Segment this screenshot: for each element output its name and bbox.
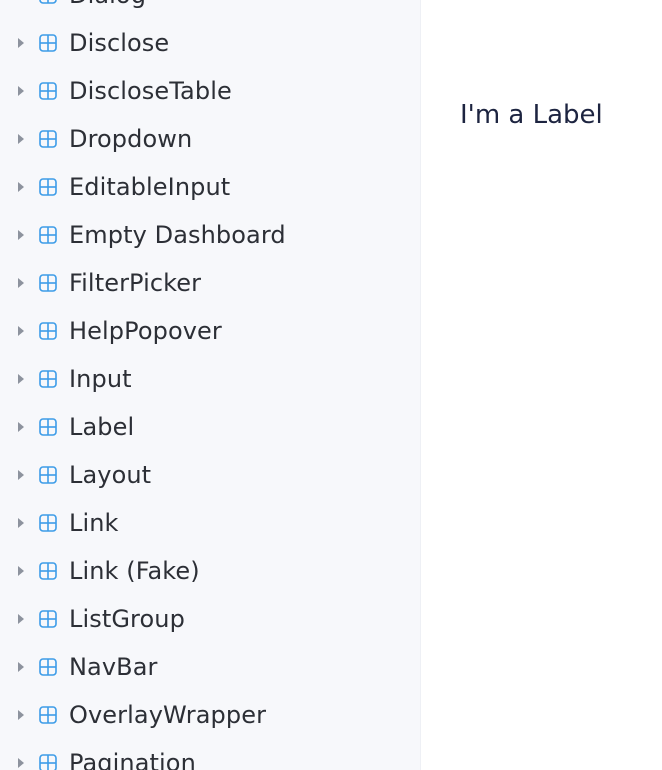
sidebar-item-dialog[interactable]: Dialog xyxy=(0,0,420,19)
sidebar-item-label: Pagination xyxy=(69,749,196,770)
sidebar-item-label: Link (Fake) xyxy=(69,557,200,585)
sidebar-item-label: FilterPicker xyxy=(69,269,202,297)
component-grid-icon xyxy=(39,322,57,340)
sidebar-item-label: HelpPopover xyxy=(69,317,222,345)
sidebar-item-label-component[interactable]: Label xyxy=(0,403,420,451)
sidebar-item-label: Input xyxy=(69,365,132,393)
component-grid-icon xyxy=(39,418,57,436)
sidebar-item-label: Disclose xyxy=(69,29,170,57)
sidebar-item-disclose[interactable]: Disclose xyxy=(0,19,420,67)
sidebar-item-filterpicker[interactable]: FilterPicker xyxy=(0,259,420,307)
component-grid-icon xyxy=(39,370,57,388)
caret-right-icon[interactable] xyxy=(18,566,24,576)
sidebar-item-editableinput[interactable]: EditableInput xyxy=(0,163,420,211)
sidebar-item-link-fake[interactable]: Link (Fake) xyxy=(0,547,420,595)
sidebar-item-layout[interactable]: Layout xyxy=(0,451,420,499)
sidebar-item-overlaywrapper[interactable]: OverlayWrapper xyxy=(0,691,420,739)
component-grid-icon xyxy=(39,562,57,580)
caret-right-icon[interactable] xyxy=(18,182,24,192)
component-grid-icon xyxy=(39,130,57,148)
component-tree: Dialog Disclose DiscloseTable Dropdown E xyxy=(0,0,420,770)
component-grid-icon xyxy=(39,226,57,244)
caret-right-icon[interactable] xyxy=(18,374,24,384)
caret-right-icon[interactable] xyxy=(18,758,24,768)
component-grid-icon xyxy=(39,82,57,100)
component-grid-icon xyxy=(39,178,57,196)
caret-right-icon[interactable] xyxy=(18,614,24,624)
caret-right-icon[interactable] xyxy=(18,518,24,528)
caret-right-icon[interactable] xyxy=(18,134,24,144)
sidebar: Dialog Disclose DiscloseTable Dropdown E xyxy=(0,0,421,770)
sidebar-item-label: EditableInput xyxy=(69,173,231,201)
caret-right-icon[interactable] xyxy=(18,86,24,96)
sidebar-item-label: Link xyxy=(69,509,119,537)
caret-right-icon[interactable] xyxy=(18,230,24,240)
sidebar-item-link[interactable]: Link xyxy=(0,499,420,547)
sidebar-item-label: OverlayWrapper xyxy=(69,701,267,729)
component-grid-icon xyxy=(39,466,57,484)
sidebar-item-helppopover[interactable]: HelpPopover xyxy=(0,307,420,355)
component-grid-icon xyxy=(39,514,57,532)
sidebar-item-label: Layout xyxy=(69,461,152,489)
caret-right-icon[interactable] xyxy=(18,710,24,720)
component-grid-icon xyxy=(39,274,57,292)
sidebar-item-label: Label xyxy=(69,413,135,441)
storybook-app: Dialog Disclose DiscloseTable Dropdown E xyxy=(0,0,662,770)
sidebar-item-label: Dropdown xyxy=(69,125,193,153)
caret-right-icon[interactable] xyxy=(18,422,24,432)
component-grid-icon xyxy=(39,34,57,52)
sidebar-item-input[interactable]: Input xyxy=(0,355,420,403)
caret-right-icon[interactable] xyxy=(18,470,24,480)
caret-right-icon[interactable] xyxy=(18,662,24,672)
sidebar-item-disclosetable[interactable]: DiscloseTable xyxy=(0,67,420,115)
sidebar-item-dropdown[interactable]: Dropdown xyxy=(0,115,420,163)
caret-right-icon[interactable] xyxy=(18,38,24,48)
caret-right-icon[interactable] xyxy=(18,326,24,336)
component-grid-icon xyxy=(39,706,57,724)
component-grid-icon xyxy=(39,610,57,628)
caret-right-icon[interactable] xyxy=(18,278,24,288)
sidebar-item-label: Empty Dashboard xyxy=(69,221,286,249)
component-grid-icon xyxy=(39,0,57,4)
sidebar-item-navbar[interactable]: NavBar xyxy=(0,643,420,691)
sidebar-item-label: Dialog xyxy=(69,0,146,9)
component-grid-icon xyxy=(39,754,57,770)
sidebar-item-empty-dashboard[interactable]: Empty Dashboard xyxy=(0,211,420,259)
preview-label: I'm a Label xyxy=(460,100,603,130)
sidebar-item-listgroup[interactable]: ListGroup xyxy=(0,595,420,643)
sidebar-item-label: ListGroup xyxy=(69,605,185,633)
sidebar-item-label: DiscloseTable xyxy=(69,77,232,105)
sidebar-item-label: NavBar xyxy=(69,653,158,681)
component-grid-icon xyxy=(39,658,57,676)
sidebar-item-pagination[interactable]: Pagination xyxy=(0,739,420,770)
preview-pane: I'm a Label xyxy=(421,0,662,770)
